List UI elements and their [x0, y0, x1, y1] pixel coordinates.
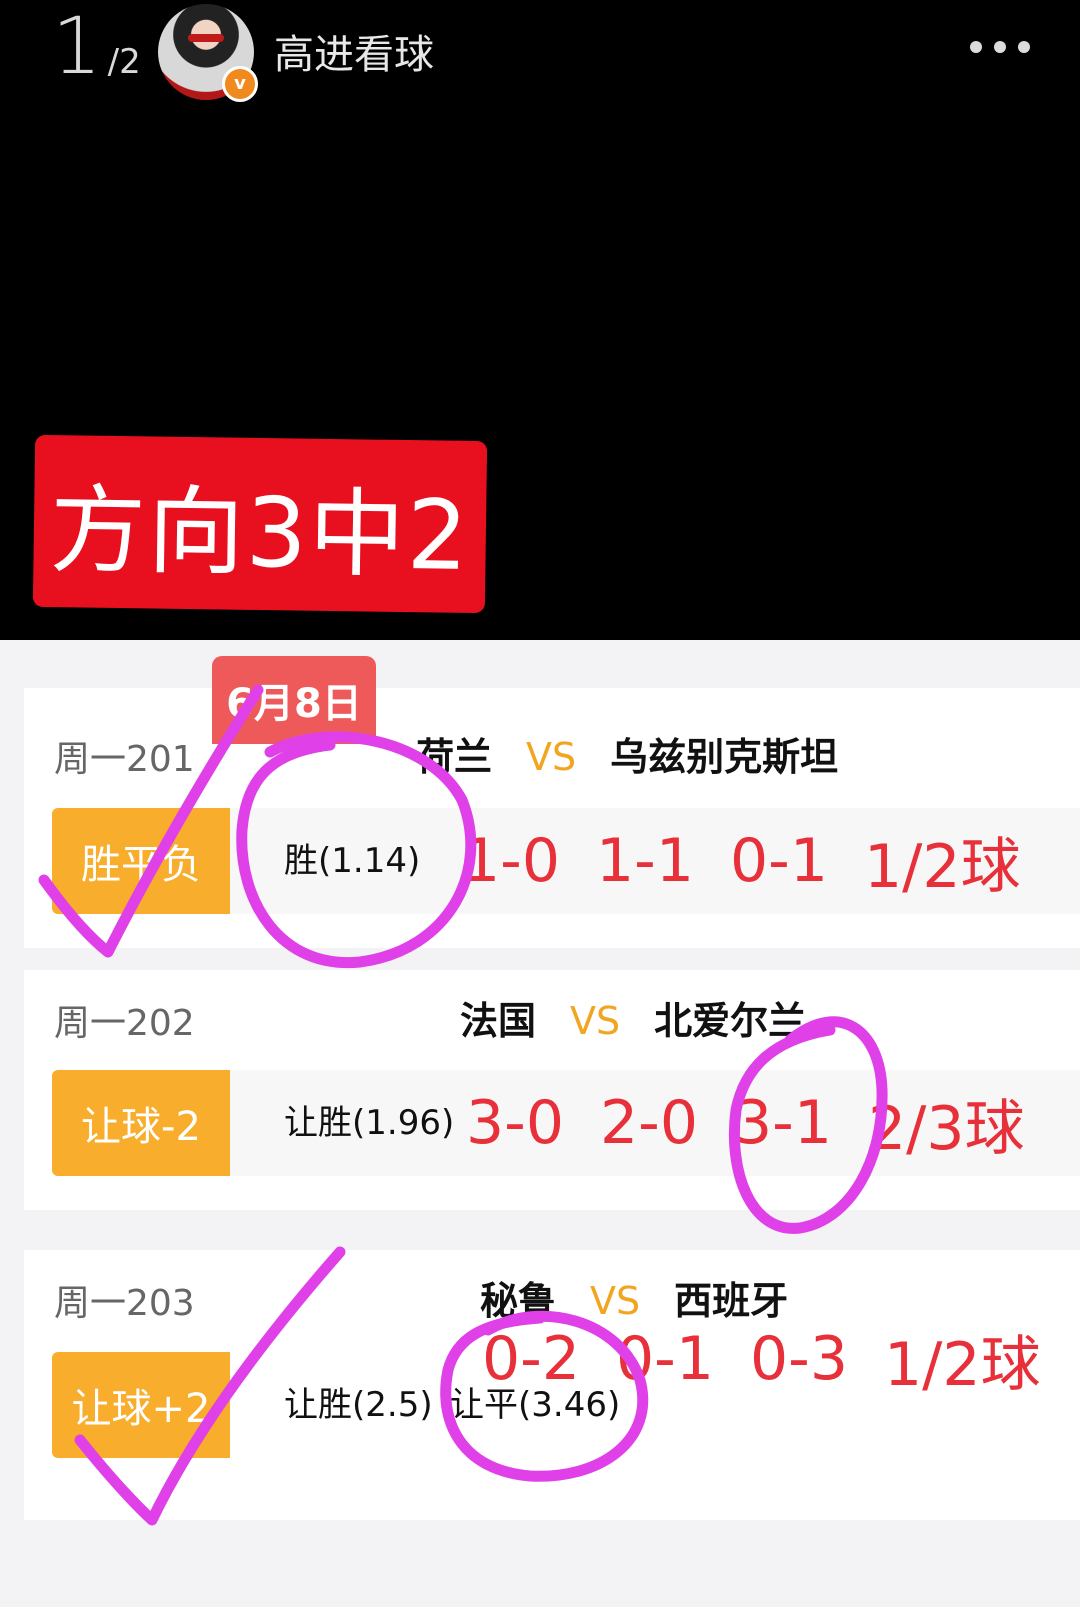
watermark — [1040, 1576, 1070, 1598]
page-counter: 1/2 — [52, 2, 141, 92]
score-item: 3-0 — [466, 1088, 564, 1158]
odds-option[interactable]: 让平(3.46) — [450, 1352, 620, 1458]
away-team: 乌兹别克斯坦 — [610, 735, 839, 779]
score-item: 1/2球 — [864, 831, 1021, 902]
match-card: 周一201 荷兰 VS 乌兹别克斯坦 胜平负 胜(1.14) 1-0 1-1 0… — [24, 688, 1080, 948]
match-panel: 周一201 荷兰 VS 乌兹别克斯坦 胜平负 胜(1.14) 1-0 1-1 0… — [0, 640, 1080, 1607]
match-id: 周一201 — [54, 739, 195, 780]
match-id: 周一203 — [54, 1283, 195, 1324]
match-teams: 荷兰 VS 乌兹别克斯坦 — [416, 726, 838, 781]
date-badge: 6月8日 — [212, 656, 376, 744]
bet-row[interactable]: 让球-2 让胜(1.96) 3-0 2-0 3-1 2/3球 — [52, 1070, 1080, 1176]
bet-row[interactable]: 让球+2 让胜(2.5) 让平(3.46) — [52, 1352, 1080, 1458]
result-banner: 方向3中2 — [32, 434, 488, 614]
match-teams: 法国 VS 北爱尔兰 — [460, 990, 806, 1045]
match-card: 周一203 秘鲁 VS 西班牙 0-2 0-1 0-3 1/2球 让球+2 让胜… — [24, 1250, 1080, 1520]
page-total: 2 — [119, 42, 141, 82]
odds-option[interactable]: 让胜(1.96) — [284, 1070, 454, 1176]
bet-type-tag: 胜平负 — [52, 808, 230, 914]
vs-label: VS — [570, 999, 621, 1043]
score-item: 0-1 — [730, 826, 828, 896]
score-item: 1-0 — [462, 826, 560, 896]
avatar-glasses-detail — [188, 34, 224, 42]
score-item: 2/3球 — [868, 1093, 1025, 1164]
bet-row[interactable]: 胜平负 胜(1.14) 1-0 1-1 0-1 1/2球 — [52, 808, 1080, 914]
match-card: 周一202 法国 VS 北爱尔兰 让球-2 让胜(1.96) 3-0 2-0 3… — [24, 970, 1080, 1210]
home-team: 法国 — [460, 999, 537, 1043]
more-options-icon[interactable] — [970, 32, 1040, 62]
match-id: 周一202 — [54, 1003, 195, 1044]
odds-option[interactable]: 让胜(2.5) — [284, 1352, 433, 1458]
page-separator: / — [107, 42, 120, 82]
score-item: 2-0 — [600, 1088, 698, 1158]
bet-type-tag: 让球-2 — [52, 1070, 230, 1176]
top-bar: 1/2 v 高进看球 — [0, 0, 1080, 110]
score-list: 1-0 1-1 0-1 1/2球 — [462, 808, 1021, 914]
bet-type-tag: 让球+2 — [52, 1352, 230, 1458]
score-list: 3-0 2-0 3-1 2/3球 — [466, 1070, 1025, 1176]
vs-label: VS — [526, 735, 577, 779]
verified-badge-icon: v — [222, 66, 258, 102]
username[interactable]: 高进看球 — [274, 22, 434, 80]
away-team: 北爱尔兰 — [654, 999, 807, 1043]
home-team: 荷兰 — [416, 735, 493, 779]
page-current: 1 — [52, 2, 102, 92]
score-item: 3-1 — [734, 1088, 832, 1158]
odds-option[interactable]: 胜(1.14) — [284, 808, 420, 914]
score-item: 1-1 — [596, 826, 694, 896]
